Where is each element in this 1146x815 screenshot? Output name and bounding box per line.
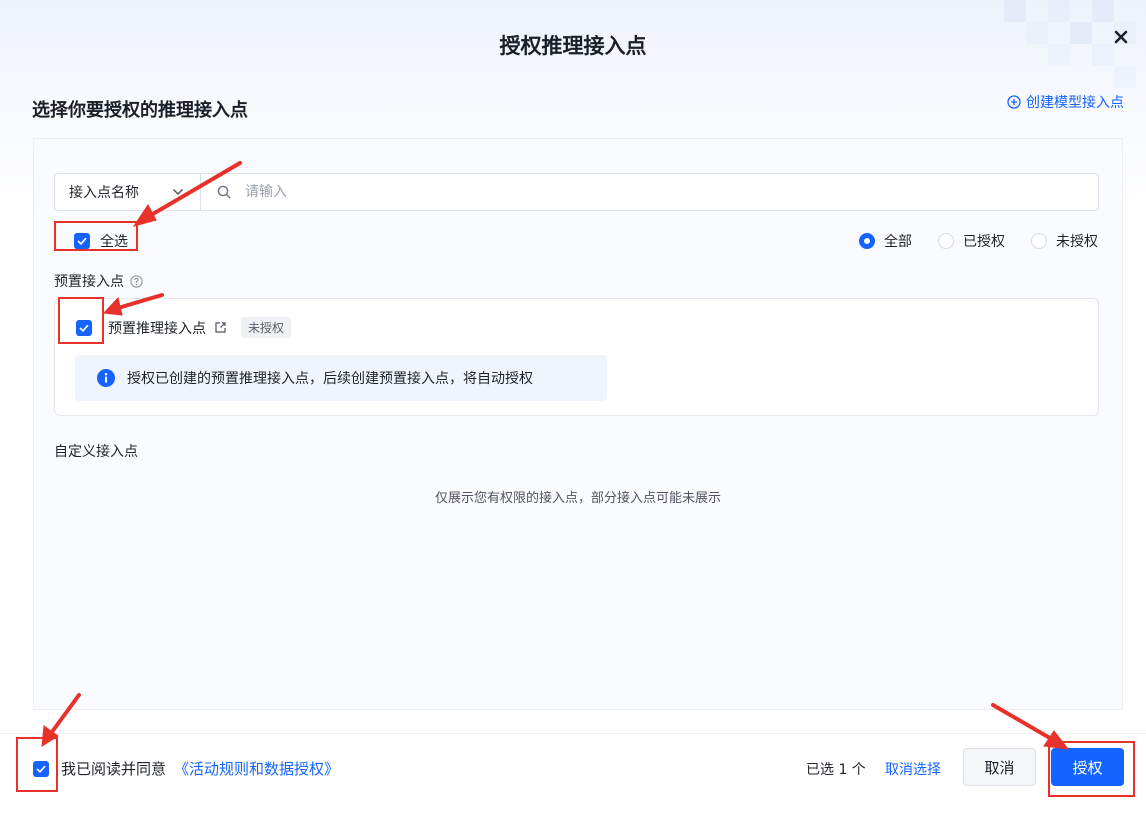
preset-group-title: 预置接入点	[54, 274, 124, 290]
create-endpoint-link[interactable]: 创建模型接入点	[1007, 92, 1124, 112]
custom-group-label: 自定义接入点	[54, 441, 138, 461]
filter-label-all: 全部	[884, 234, 912, 250]
search-field-select[interactable]: 接入点名称	[55, 174, 201, 210]
filter-option-unauthorized[interactable]: 未授权	[1031, 231, 1098, 251]
agreement-check[interactable]	[33, 760, 49, 777]
check-icon	[77, 237, 87, 245]
info-text: 授权已创建的预置推理接入点，后续创建预置接入点，将自动授权	[127, 371, 533, 387]
preset-endpoint-checkbox[interactable]	[76, 319, 92, 336]
check-icon	[79, 324, 89, 332]
cancel-selection-link[interactable]: 取消选择	[885, 759, 941, 779]
filter-option-authorized[interactable]: 已授权	[938, 231, 1005, 251]
preset-endpoint-row: 预置推理接入点 未授权	[76, 317, 292, 338]
preset-endpoint-name[interactable]: 预置推理接入点	[108, 318, 206, 338]
chevron-down-icon	[172, 188, 184, 196]
status-badge: 未授权	[241, 317, 292, 338]
select-all-check[interactable]	[74, 233, 90, 249]
agreement-link[interactable]: 《活动规则和数据授权》	[174, 758, 339, 779]
close-button[interactable]	[1108, 24, 1134, 50]
filter-option-all[interactable]: 全部	[859, 231, 912, 251]
selected-count: 已选 1 个	[806, 762, 866, 778]
search-input[interactable]	[243, 183, 747, 201]
search-field-label: 接入点名称	[69, 185, 139, 201]
filter-label-unauthorized: 未授权	[1056, 234, 1098, 250]
radio-unselected[interactable]	[938, 233, 954, 249]
close-icon[interactable]	[1114, 30, 1128, 44]
radio-selected[interactable]	[859, 233, 875, 249]
external-link-icon[interactable]	[214, 321, 227, 334]
info-notice: 授权已创建的预置推理接入点，后续创建预置接入点，将自动授权	[75, 355, 607, 401]
select-all-label: 全选	[100, 234, 128, 250]
check-icon	[36, 765, 46, 773]
status-filter: 全部 已授权 未授权	[859, 231, 1098, 251]
help-icon[interactable]	[130, 274, 143, 288]
agreement-text: 我已阅读并同意	[61, 760, 167, 778]
preset-group-label: 预置接入点	[54, 271, 143, 291]
endpoint-panel: 接入点名称 全选 全部 已授权 未授权	[33, 138, 1123, 710]
search-bar: 接入点名称	[54, 173, 1099, 211]
select-all-checkbox[interactable]: 全选	[74, 231, 128, 251]
cancel-button[interactable]: 取消	[963, 748, 1036, 786]
agreement-checkbox[interactable]: 我已阅读并同意 《活动规则和数据授权》	[33, 758, 339, 779]
create-endpoint-label[interactable]: 创建模型接入点	[1026, 92, 1124, 112]
empty-note: 仅展示您有权限的接入点，部分接入点可能未展示	[434, 491, 721, 506]
preset-endpoint-card: 预置推理接入点 未授权 授权已创建的预置推理接入点，后续创建预置接入点，将自动授…	[54, 298, 1099, 416]
authorize-button[interactable]: 授权	[1051, 748, 1124, 786]
filter-label-authorized: 已授权	[963, 234, 1005, 250]
modal-title: 授权推理接入点	[499, 34, 647, 58]
section-title: 选择你要授权的推理接入点	[32, 100, 248, 121]
footer-divider	[0, 733, 1146, 734]
plus-circle-icon	[1007, 95, 1021, 109]
radio-unselected[interactable]	[1031, 233, 1047, 249]
info-icon	[97, 369, 115, 387]
search-box	[201, 183, 1098, 201]
search-icon	[217, 185, 231, 199]
custom-group-title: 自定义接入点	[54, 444, 138, 460]
